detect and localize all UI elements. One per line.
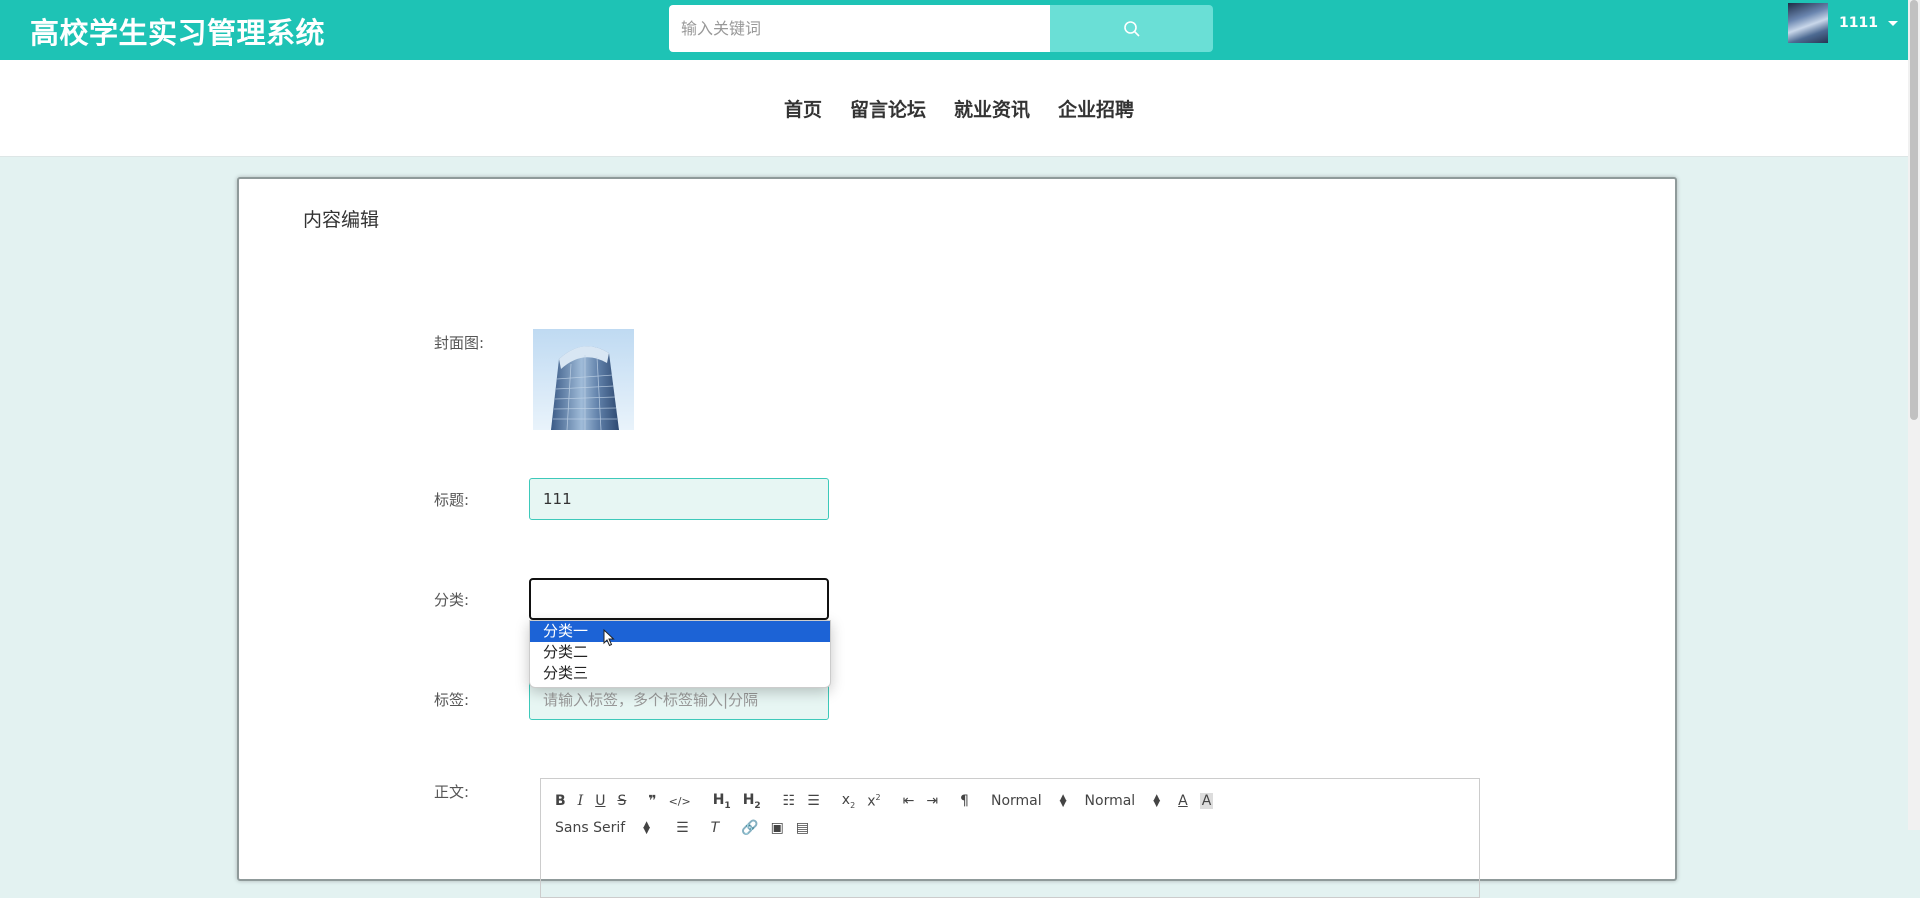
search-icon	[1123, 20, 1140, 37]
cover-label: 封面图:	[434, 334, 485, 352]
nav-item-news[interactable]: 就业资讯	[954, 95, 1030, 122]
scrollbar-thumb[interactable]	[1910, 0, 1918, 420]
editor-toolbar-row2: Sans Serif ▲ ▼ ☰ T 🔗 ▣ ▤	[555, 817, 821, 839]
outdent-icon[interactable]: ⇤	[903, 793, 915, 809]
header-select[interactable]: Normal ▲ ▼	[991, 793, 1067, 809]
blockquote-icon[interactable]: ❞	[648, 793, 656, 809]
app-title: 高校学生实习管理系统	[30, 16, 326, 50]
superscript-icon[interactable]: x2	[867, 793, 880, 810]
indent-icon[interactable]: ⇥	[926, 793, 938, 809]
main-nav: 首页 留言论坛 就业资讯 企业招聘	[0, 60, 1908, 157]
font-select[interactable]: Sans Serif ▲ ▼	[555, 820, 650, 836]
nav-item-home[interactable]: 首页	[784, 95, 822, 122]
code-block-icon[interactable]: </>	[669, 795, 691, 808]
body-label: 正文:	[434, 783, 470, 801]
nav-item-forum[interactable]: 留言论坛	[850, 95, 926, 122]
size-select[interactable]: Normal ▲ ▼	[1085, 793, 1161, 809]
ordered-list-icon[interactable]: ☷	[783, 793, 796, 809]
nav-item-recruit[interactable]: 企业招聘	[1058, 95, 1134, 122]
chevron-updown-icon: ▲ ▼	[1059, 793, 1067, 809]
page-title: 内容编辑	[303, 209, 380, 231]
category-option[interactable]: 分类三	[530, 663, 830, 684]
category-label: 分类:	[434, 591, 470, 609]
heading2-icon[interactable]: H2	[743, 792, 761, 811]
background-color-icon[interactable]: A	[1199, 793, 1214, 809]
username[interactable]: 1111	[1839, 15, 1878, 31]
align-icon[interactable]: ☰	[676, 820, 689, 836]
font-color-icon[interactable]: A	[1178, 793, 1188, 809]
subscript-icon[interactable]: x2	[842, 792, 855, 810]
title-label: 标题:	[434, 491, 470, 509]
top-bar: 高校学生实习管理系统 1111	[0, 0, 1908, 60]
user-menu[interactable]: 1111	[1788, 3, 1898, 43]
strike-icon[interactable]: S	[617, 793, 626, 809]
heading1-icon[interactable]: H1	[713, 792, 731, 811]
text-direction-icon[interactable]: ¶	[960, 793, 969, 809]
page-scrollbar[interactable]	[1908, 0, 1920, 830]
avatar[interactable]	[1788, 3, 1828, 43]
bullet-list-icon[interactable]: ☰	[807, 793, 820, 809]
category-select[interactable]	[529, 578, 829, 620]
building-image	[551, 346, 619, 430]
size-select-value: Normal	[1084, 793, 1136, 809]
bold-icon[interactable]: B	[555, 793, 566, 809]
category-option[interactable]: 分类二	[530, 642, 830, 663]
header-select-value: Normal	[990, 793, 1042, 809]
title-input[interactable]: 111	[529, 478, 829, 520]
clear-format-icon[interactable]: T	[711, 820, 720, 836]
chevron-updown-icon: ▲ ▼	[1153, 793, 1161, 809]
chevron-updown-icon: ▲ ▼	[643, 820, 651, 836]
image-icon[interactable]: ▣	[771, 820, 784, 836]
italic-icon[interactable]: I	[578, 793, 584, 809]
content-edit-card: 内容编辑 封面图: 标题: 111 分类: 标签: 请输入标签，多个标签输入|分…	[237, 177, 1677, 898]
search-button[interactable]	[1050, 5, 1213, 52]
link-icon[interactable]: 🔗	[741, 820, 758, 836]
underline-icon[interactable]: U	[595, 793, 605, 809]
editor-toolbar: B I U S ❞ </> H1 H2 ☷ ☰ x2 x2 ⇤ ⇥ ¶ Norm…	[555, 789, 1225, 813]
tags-label: 标签:	[434, 691, 470, 709]
mouse-cursor-icon	[603, 629, 615, 647]
video-icon[interactable]: ▤	[796, 820, 809, 836]
category-option[interactable]: 分类一	[530, 621, 830, 642]
chevron-down-icon[interactable]	[1887, 20, 1898, 26]
rich-text-editor[interactable]: B I U S ❞ </> H1 H2 ☷ ☰ x2 x2 ⇤ ⇥ ¶ Norm…	[540, 778, 1480, 898]
font-select-value: Sans Serif	[555, 820, 626, 836]
cover-image[interactable]	[533, 329, 634, 430]
category-dropdown: 分类一 分类二 分类三	[529, 620, 831, 688]
search-input[interactable]	[669, 5, 1050, 52]
